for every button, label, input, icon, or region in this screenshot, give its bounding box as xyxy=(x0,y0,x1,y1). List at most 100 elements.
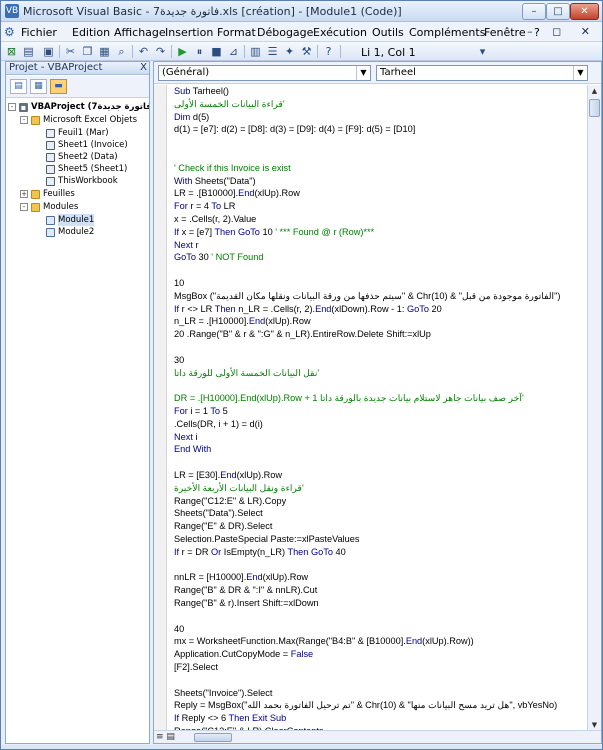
project-explorer-icon[interactable]: ▥ xyxy=(248,44,263,59)
code-line[interactable]: LR = [E30].End(xlUp).Row xyxy=(174,470,282,481)
code-line[interactable]: ' Check if this Invoice is exist xyxy=(174,163,291,174)
menu-edition[interactable]: Edition xyxy=(72,26,110,39)
code-line[interactable]: For r = 4 To LR xyxy=(174,201,235,212)
code-line[interactable]: 30 xyxy=(174,355,184,366)
save-icon[interactable]: ▣ xyxy=(41,44,56,59)
code-line[interactable]: .Cells(DR, i + 1) = d(i) xyxy=(174,419,263,430)
cut-icon[interactable]: ✂ xyxy=(63,44,78,59)
collapse-icon[interactable]: - xyxy=(8,103,16,111)
reset-icon[interactable]: ■ xyxy=(209,44,224,59)
chevron-down-icon[interactable]: ▼ xyxy=(356,66,370,80)
menu-fenetre[interactable]: Fenêtre xyxy=(484,26,526,39)
expand-icon[interactable]: + xyxy=(20,190,28,198)
code-line[interactable]: If r = DR Or IsEmpty(n_LR) Then GoTo 40 xyxy=(174,547,346,558)
vertical-scrollbar[interactable]: ▲ ▼ xyxy=(587,85,601,732)
code-line[interactable]: mx = WorksheetFunction.Max(Range("B4:B" … xyxy=(174,636,474,647)
code-line[interactable]: If Reply <> 6 Then Exit Sub xyxy=(174,713,286,724)
code-line[interactable]: GoTo 30 ' NOT Found xyxy=(174,252,263,263)
tree-item-modules[interactable]: - Modules xyxy=(20,201,78,213)
code-line[interactable]: If r <> LR Then n_LR = .Cells(r, 2).End(… xyxy=(174,304,442,315)
pause-icon[interactable]: ⏸ xyxy=(192,44,207,59)
code-line[interactable]: Sheets("Invoice").Select xyxy=(174,688,272,699)
code-line[interactable]: Range("E" & DR).Select xyxy=(174,521,272,532)
menu-affichage[interactable]: Affichage xyxy=(114,26,166,39)
code-line[interactable]: قراءة البيانات الخمسة الأولى' xyxy=(174,99,285,110)
code-editor[interactable]: Sub Tarheel() قراءة البيانات الخمسة الأول… xyxy=(154,85,587,732)
design-mode-icon[interactable]: ⊿ xyxy=(226,44,241,59)
code-line[interactable]: Dim d(5) xyxy=(174,112,209,123)
code-line[interactable]: If x = [e7] Then GoTo 10 ' *** Found @ r… xyxy=(174,227,374,238)
undo-icon[interactable]: ↶ xyxy=(136,44,151,59)
code-line[interactable]: LR = .[B10000].End(xlUp).Row xyxy=(174,188,300,199)
code-line[interactable]: nnLR = [H10000].End(xlUp).Row xyxy=(174,572,308,583)
code-line[interactable]: Selection.PasteSpecial Paste:=xlPasteVal… xyxy=(174,534,359,545)
toolbar-options-icon[interactable]: ▾ xyxy=(475,44,490,59)
code-line[interactable]: For i = 1 To 5 xyxy=(174,406,228,417)
code-line[interactable]: 40 xyxy=(174,624,184,635)
tree-item-module1[interactable]: Module1 xyxy=(46,214,95,226)
menu-complements[interactable]: Compléments xyxy=(409,26,485,39)
menu-outils[interactable]: Outils xyxy=(372,26,404,39)
close-window-button[interactable]: ✕ xyxy=(570,3,599,20)
help-icon[interactable]: ? xyxy=(321,44,336,59)
code-line[interactable]: Range("C12:E" & LR).Copy xyxy=(174,496,286,507)
code-line[interactable]: Sheets("Data").Select xyxy=(174,508,263,519)
code-line[interactable]: Next i xyxy=(174,432,198,443)
code-line[interactable]: Reply = MsgBox("تم ترحيل الفاتورة بحمد ا… xyxy=(174,700,557,711)
view-code-icon[interactable]: ▤ xyxy=(10,79,27,94)
vba-menu-icon[interactable]: ⚙ xyxy=(4,25,15,39)
tree-item-vbaproject[interactable]: - ▪ VBAProject (7فاتورة جديدة) xyxy=(8,101,149,113)
code-line[interactable]: 20 .Range("B" & r & ":G" & n_LR).EntireR… xyxy=(174,329,431,340)
menu-debogage[interactable]: Débogage xyxy=(257,26,313,39)
code-line[interactable]: End With xyxy=(174,444,211,455)
find-icon[interactable]: ⌕ xyxy=(114,44,129,59)
run-icon[interactable]: ▶ xyxy=(175,44,190,59)
vertical-scroll-thumb[interactable] xyxy=(589,99,600,117)
chevron-down-icon[interactable]: ▼ xyxy=(573,66,587,80)
mdi-controls[interactable]: – ◻ ✕ xyxy=(527,25,598,38)
procedure-combo[interactable]: Tarheel ▼ xyxy=(376,65,588,81)
code-line[interactable]: نقل البيانات الخمسة الأولى للورقة داتا' xyxy=(174,368,319,379)
code-line[interactable]: DR = .[H10000].End(xlUp).Row + 1 آخر صف … xyxy=(174,393,524,404)
margin-indicator-bar[interactable] xyxy=(154,85,167,732)
collapse-icon[interactable]: - xyxy=(20,116,28,124)
code-line[interactable]: Range("B" & DR & ":I" & nnLR).Cut xyxy=(174,585,317,596)
tree-item-thisworkbook[interactable]: ThisWorkbook xyxy=(46,175,118,187)
collapse-icon[interactable]: - xyxy=(20,203,28,211)
copy-icon[interactable]: ❐ xyxy=(80,44,95,59)
tree-item-sheet5[interactable]: Sheet5 (Sheet1) xyxy=(46,163,127,175)
menu-fichier[interactable]: Fichier xyxy=(21,26,57,39)
code-line[interactable]: d(1) = [e7]: d(2) = [D8]: d(3) = [D9]: d… xyxy=(174,124,415,135)
code-line[interactable]: Next r xyxy=(174,240,199,251)
tree-item-sheet1[interactable]: Sheet1 (Invoice) xyxy=(46,139,128,151)
horizontal-scroll-thumb[interactable] xyxy=(194,733,232,742)
object-browser-icon[interactable]: ✦ xyxy=(282,44,297,59)
project-explorer-close-button[interactable]: X xyxy=(140,62,147,73)
scroll-up-icon[interactable]: ▲ xyxy=(588,85,601,98)
code-line[interactable]: Range("B" & r).Insert Shift:=xlDown xyxy=(174,598,319,609)
code-line[interactable]: x = .Cells(r, 2).Value xyxy=(174,214,256,225)
menu-execution[interactable]: Exécution xyxy=(313,26,367,39)
tree-item-sheet2[interactable]: Sheet2 (Data) xyxy=(46,151,118,163)
code-line[interactable]: n_LR = .[H10000].End(xlUp).Row xyxy=(174,316,311,327)
toolbox-icon[interactable]: ⚒ xyxy=(299,44,314,59)
tree-item-feuilles[interactable]: + Feuilles xyxy=(20,188,75,200)
tree-item-module2[interactable]: Module2 xyxy=(46,226,94,238)
code-line[interactable]: Application.CutCopyMode = False xyxy=(174,649,313,660)
code-line[interactable]: MsgBox ("سيتم حذفها من ورقة البيانات ونق… xyxy=(174,291,560,302)
horizontal-scrollbar[interactable]: ≡ ▤ xyxy=(154,730,601,743)
code-line[interactable]: Sub Tarheel() xyxy=(174,86,229,97)
tree-item-feuil1[interactable]: Feuil1 (Mar) xyxy=(46,127,109,139)
title-bar[interactable]: VB Microsoft Visual Basic - 7فاتورة جديد… xyxy=(1,1,602,22)
maximize-button[interactable]: □ xyxy=(546,3,570,20)
view-object-icon[interactable]: ▦ xyxy=(30,79,47,94)
code-line[interactable]: With Sheets("Data") xyxy=(174,176,256,187)
tree-item-excel-objects[interactable]: - Microsoft Excel Objets xyxy=(20,114,137,126)
code-line[interactable]: 10 xyxy=(174,278,184,289)
properties-icon[interactable]: ☰ xyxy=(265,44,280,59)
menu-insertion[interactable]: Insertion xyxy=(165,26,213,39)
redo-icon[interactable]: ↷ xyxy=(153,44,168,59)
paste-icon[interactable]: ▦ xyxy=(97,44,112,59)
toggle-folders-icon[interactable]: ▬ xyxy=(50,79,67,94)
procedure-view-icons[interactable]: ≡ ▤ xyxy=(156,732,175,742)
